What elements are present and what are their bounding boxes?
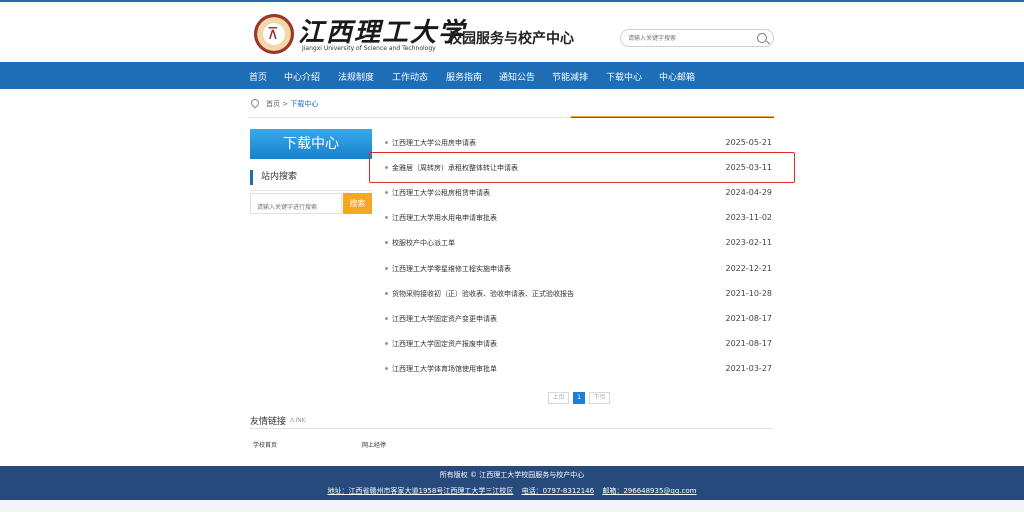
university-name-english: Jiangxi University of Science and Techno… [302,45,436,52]
site-title: 校园服务与校产中心 [448,31,574,47]
bullet-icon [385,267,388,270]
friend-link-online[interactable]: 网上经停 [362,440,386,449]
pager-page-1[interactable]: 1 [573,392,585,404]
breadcrumb-home[interactable]: 首页 > [266,100,288,108]
bullet-icon [385,367,388,370]
university-name-logo[interactable]: 江西理工大学 [298,12,466,49]
breadcrumb-current[interactable]: 下载中心 [290,100,318,108]
bottom-strip [0,500,1024,512]
list-item-date: 2022-12-21 [725,264,773,273]
footer-contact: 地址：江西省赣州市客家大道1958号江西理工大学三江校区 电话：0797-831… [0,486,1024,496]
bullet-icon [385,141,388,144]
list-item[interactable]: 江西理工大学零星维修工程实施申请表 2022-12-21 [380,256,774,281]
main-nav: 首页 中心介绍 法规制度 工作动态 服务指南 通知公告 节能减排 下载中心 中心… [0,62,1024,89]
search-icon[interactable] [757,33,767,43]
list-item-title[interactable]: 江西理工大学体育场馆使用审批单 [392,364,497,374]
list-item-title[interactable]: 江西理工大学公租房租赁申请表 [392,188,490,198]
nav-news[interactable]: 工作动态 [392,70,428,83]
footer-phone: 电话：0797-8312146 [521,487,595,495]
sidebar-search-input[interactable] [251,198,341,217]
nav-about[interactable]: 中心介绍 [284,70,320,83]
list-item-date: 2021-10-28 [725,289,773,298]
list-item-title[interactable]: 江西理工大学固定资产变更申请表 [392,314,497,324]
list-item[interactable]: 江西理工大学公用房申请表 2025-05-21 [380,130,774,155]
list-item-date: 2023-02-11 [725,238,773,247]
friend-link-school-home[interactable]: 学校首页 [253,440,277,449]
list-item[interactable]: 校服校产中心派工单 2023-02-11 [380,230,774,255]
pager-next-button[interactable]: 下页 [589,392,610,404]
list-item-date: 2021-08-17 [725,314,773,323]
list-item-title[interactable]: 江西理工大学公用房申请表 [392,138,476,148]
nav-notices[interactable]: 通知公告 [499,70,535,83]
bullet-icon [385,241,388,244]
bullet-icon [385,342,388,345]
list-item[interactable]: 金雅居（周转房）承租权整体转让申请表 2025-03-11 [380,155,774,180]
header-search [620,29,774,47]
sidebar-divider [250,190,372,191]
footer-address: 地址：江西省赣州市客家大道1958号江西理工大学三江校区 [327,487,514,495]
list-item-date: 2025-03-11 [725,163,773,172]
list-item-date: 2023-11-02 [725,213,773,222]
nav-downloads[interactable]: 下载中心 [606,70,642,83]
friend-links-title: 友情链接 [250,417,287,427]
list-item-date: 2021-03-27 [725,364,773,373]
sidebar-search-field [250,193,342,217]
sidebar-title: 下载中心 [250,129,372,159]
nav-energy-saving[interactable]: 节能减排 [552,70,588,83]
university-seal-logo[interactable] [254,14,294,54]
list-item[interactable]: 江西理工大学固定资产变更申请表 2021-08-17 [380,306,774,331]
sidebar-search-button[interactable]: 搜索 [343,193,372,214]
nav-mailbox[interactable]: 中心邮箱 [659,70,695,83]
list-item-date: 2021-08-17 [725,339,773,348]
breadcrumb-divider-blue [571,117,774,118]
nav-regulations[interactable]: 法规制度 [338,70,374,83]
nav-home[interactable]: 首页 [249,70,267,83]
breadcrumb: 首页 > 下载中心 [266,99,318,109]
site-header: 江西理工大学 Jiangxi University of Science and… [0,2,1024,62]
list-item[interactable]: 货物采购接收初（正）验收表、验收申请表、正式验收报告 2021-10-28 [380,281,774,306]
nav-service-guide[interactable]: 服务指南 [446,70,482,83]
bullet-icon [385,216,388,219]
list-item-title[interactable]: 货物采购接收初（正）验收表、验收申请表、正式验收报告 [392,289,574,299]
footer-email[interactable]: 邮箱：296648935@qq.com [602,487,696,495]
header-search-input[interactable] [628,32,748,44]
list-item-date: 2025-05-21 [725,138,773,147]
bullet-icon [385,166,388,169]
list-item-date: 2024-04-29 [725,188,773,197]
list-item-title[interactable]: 江西理工大学固定资产报废申请表 [392,339,497,349]
list-item-title[interactable]: 校服校产中心派工单 [392,238,455,248]
bullet-icon [385,317,388,320]
list-item[interactable]: 江西理工大学公租房租赁申请表 2024-04-29 [380,180,774,205]
bullet-icon [385,191,388,194]
list-item[interactable]: 江西理工大学固定资产报废申请表 2021-08-17 [380,331,774,356]
pager-prev-button[interactable]: 上页 [548,392,569,404]
list-item[interactable]: 江西理工大学用水用电申请审批表 2023-11-02 [380,205,774,230]
breadcrumb-divider [249,117,571,118]
bullet-icon [385,292,388,295]
friend-links-divider [249,428,774,429]
list-item-title[interactable]: 金雅居（周转房）承租权整体转让申请表 [392,163,518,173]
sidebar-search-label: 站内搜索 [250,170,297,185]
list-item-title[interactable]: 江西理工大学用水用电申请审批表 [392,213,497,223]
footer-copyright: 所有版权 © 江西理工大学校园服务与校产中心 [439,471,585,479]
location-pin-icon [249,97,261,109]
list-item[interactable]: 江西理工大学体育场馆使用审批单 2021-03-27 [380,356,774,381]
list-item-title[interactable]: 江西理工大学零星维修工程实施申请表 [392,264,511,274]
friend-links-subtitle: /LINK [290,417,306,424]
